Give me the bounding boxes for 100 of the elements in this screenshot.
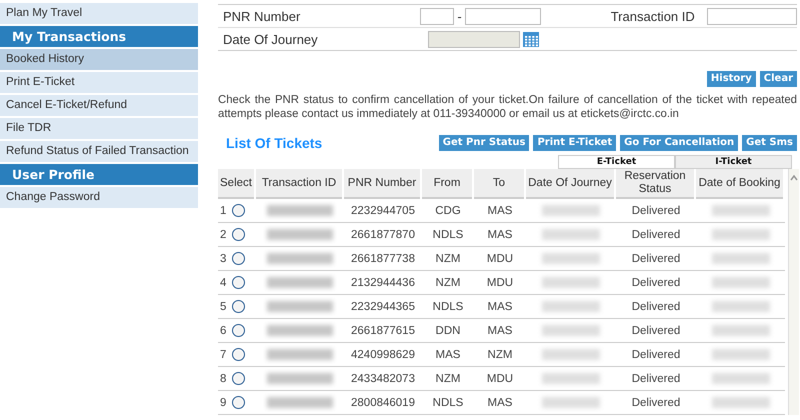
redacted-text	[267, 373, 333, 384]
select-radio[interactable]	[232, 348, 246, 361]
sidebar-item[interactable]: Print E-Ticket	[0, 72, 198, 93]
table-cell: NZM	[436, 276, 460, 288]
scroll-up-icon[interactable]	[789, 173, 799, 183]
row-number: 6	[220, 324, 226, 336]
table-cell: DDN	[436, 324, 460, 336]
ticket-tab[interactable]: I-Ticket	[675, 155, 792, 169]
field-label: Date Of Journey	[223, 32, 319, 46]
pnr-prefix-field[interactable]	[420, 8, 454, 24]
table-cell: Delivered	[632, 276, 680, 288]
sidebar-section-header: My Transactions	[0, 26, 198, 47]
redacted-text	[712, 325, 770, 336]
table-cell: 2232944365	[351, 300, 415, 312]
row-number: 8	[220, 372, 226, 384]
table-cell: MAS	[488, 396, 512, 408]
column-header: From	[422, 169, 472, 199]
calendar-icon[interactable]	[522, 30, 540, 48]
table-cell: NDLS	[432, 228, 464, 240]
redacted-text	[267, 205, 333, 216]
date-field[interactable]	[428, 30, 520, 48]
notice-text: Check the PNR status to confirm cancellation of your ticket.On failure of cancellation of the ticket with repeated attempts please contact us immediately at 011-39340000 or email us at etickets@irctc.co.in	[218, 93, 797, 121]
select-radio[interactable]	[232, 324, 246, 337]
redacted-text	[712, 373, 770, 384]
redacted-text	[712, 277, 770, 288]
sidebar-item[interactable]: File TDR	[0, 118, 198, 139]
redacted-text	[267, 229, 333, 240]
redacted-text	[712, 301, 770, 312]
select-radio[interactable]	[232, 228, 246, 241]
ticket-tab[interactable]: E-Ticket	[558, 155, 675, 169]
table-cell: 2132944436	[351, 276, 415, 288]
row-number: 5	[220, 300, 226, 312]
redacted-text	[542, 253, 600, 264]
row-number: 1	[220, 204, 226, 216]
table-cell: NZM	[488, 348, 512, 360]
transaction-id-field[interactable]	[707, 8, 797, 24]
redacted-text	[542, 229, 600, 240]
redacted-text	[267, 253, 333, 264]
row-number: 3	[220, 252, 226, 264]
table-cell: 2661877615	[351, 324, 415, 336]
table-cell: Delivered	[632, 324, 680, 336]
sidebar-item[interactable]: Refund Status of Failed Transaction	[0, 141, 198, 162]
table-cell: Delivered	[632, 252, 680, 264]
redacted-text	[542, 301, 600, 312]
table-cell: NDLS	[432, 300, 464, 312]
redacted-text	[267, 277, 333, 288]
select-radio[interactable]	[232, 300, 246, 313]
column-header: PNR Number	[344, 169, 420, 199]
redacted-text	[542, 373, 600, 384]
redacted-text	[542, 205, 600, 216]
column-header: Date Of Journey	[526, 169, 614, 199]
select-radio[interactable]	[232, 372, 246, 385]
table-cell: Delivered	[632, 396, 680, 408]
redacted-text	[712, 349, 770, 360]
table-cell: 2800846019	[351, 396, 415, 408]
table-cell: MAS	[488, 228, 512, 240]
table-cell: MDU	[486, 372, 514, 384]
redacted-text	[712, 229, 770, 240]
sidebar-item[interactable]: Cancel E-Ticket/Refund	[0, 95, 198, 116]
redacted-text	[542, 349, 600, 360]
column-header: To	[474, 169, 524, 199]
table-cell: Delivered	[632, 228, 680, 240]
redacted-text	[542, 277, 600, 288]
separator-text: -	[457, 8, 462, 24]
select-radio[interactable]	[232, 276, 246, 289]
row-number: 4	[220, 276, 226, 288]
table-cell: MDU	[486, 252, 514, 264]
row-number: 9	[220, 396, 226, 408]
redacted-text	[712, 205, 770, 216]
redacted-text	[712, 253, 770, 264]
table-cell: 4240998629	[351, 348, 415, 360]
sidebar-item[interactable]: Change Password	[0, 187, 198, 208]
pnr-number-field[interactable]	[464, 8, 541, 24]
redacted-text	[267, 397, 333, 408]
select-radio[interactable]	[232, 396, 246, 409]
column-header: Date of Booking	[696, 169, 783, 199]
redacted-text	[712, 397, 770, 408]
table-cell: MAS	[488, 324, 512, 336]
column-header: Select	[218, 169, 254, 199]
table-cell: 2661877738	[351, 252, 415, 264]
field-label: Transaction ID	[610, 8, 696, 24]
select-radio[interactable]	[232, 252, 246, 265]
row-number: 7	[220, 348, 226, 360]
table-cell: NZM	[436, 252, 460, 264]
table-cell: CDG	[435, 204, 461, 216]
sidebar-section-header: User Profile	[0, 164, 198, 185]
redacted-text	[267, 301, 333, 312]
table-cell: 2433482073	[351, 372, 415, 384]
redacted-text	[267, 325, 333, 336]
table-cell: Delivered	[632, 204, 680, 216]
table-cell: MDU	[486, 276, 514, 288]
sidebar-item[interactable]: Plan My Travel	[0, 3, 198, 24]
redacted-text	[267, 349, 333, 360]
table-cell: 2661877870	[351, 228, 415, 240]
select-radio[interactable]	[232, 204, 246, 217]
table-cell: NZM	[436, 372, 460, 384]
section-title: List Of Tickets	[225, 135, 322, 151]
table-cell: NDLS	[432, 396, 464, 408]
sidebar-item[interactable]: Booked History	[0, 49, 198, 70]
redacted-text	[542, 397, 600, 408]
